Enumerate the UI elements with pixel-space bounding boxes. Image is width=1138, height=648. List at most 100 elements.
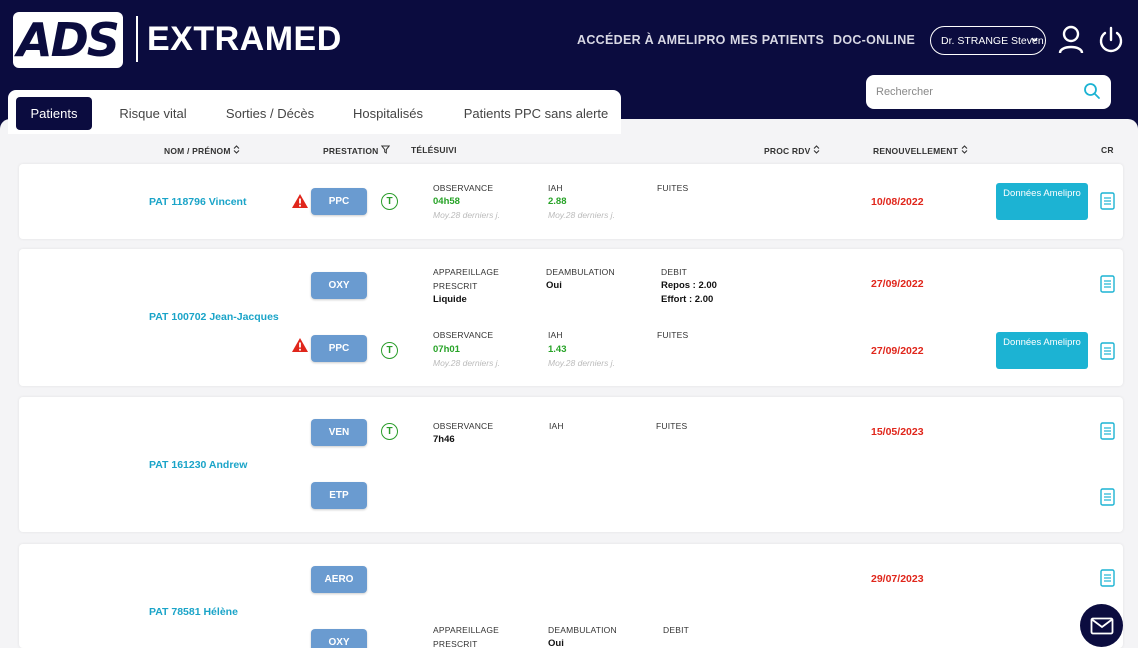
sort-icon bbox=[813, 145, 820, 154]
patient-card: PAT 161230 Andrew VEN T OBSERVANCE IAH F… bbox=[19, 397, 1123, 532]
patient-card: PAT 118796 Vincent PPC T OBSERVANCE IAH … bbox=[19, 164, 1123, 239]
deambulation-label: DEAMBULATION bbox=[548, 625, 617, 635]
observance-label: OBSERVANCE bbox=[433, 330, 494, 340]
column-header-proc-rdv[interactable]: PROC RDV bbox=[764, 145, 820, 156]
column-label: PRESTATION bbox=[323, 146, 379, 156]
iah-average-note: Moy.28 derniers j. bbox=[548, 210, 615, 220]
sort-icon bbox=[233, 145, 240, 154]
prescrit-label: PRESCRIT bbox=[433, 639, 478, 648]
column-header-telesuivi: TÉLÉSUIVI bbox=[411, 145, 457, 155]
observance-value: 7h46 bbox=[433, 434, 455, 445]
appareillage-label: APPAREILLAGE bbox=[433, 267, 500, 277]
deambulation-value: Oui bbox=[548, 638, 564, 648]
tab-bar: Patients Risque vital Sorties / Décès Ho… bbox=[8, 90, 621, 134]
prestation-badge[interactable]: PPC bbox=[311, 335, 367, 362]
logo-text: ADS bbox=[17, 13, 120, 67]
debit-label: DEBIT bbox=[663, 625, 690, 635]
donnees-amelipro-button[interactable]: Données Amelipro bbox=[996, 332, 1088, 369]
deambulation-value: Oui bbox=[546, 280, 562, 291]
observance-label: OBSERVANCE bbox=[433, 183, 494, 193]
telesuivi-icon: T bbox=[381, 193, 398, 210]
iah-label: IAH bbox=[548, 330, 563, 340]
patient-name[interactable]: PAT 100702 Jean-Jacques bbox=[149, 311, 279, 323]
iah-average-note: Moy.28 derniers j. bbox=[548, 358, 615, 368]
patient-name[interactable]: PAT 161230 Andrew bbox=[149, 459, 247, 471]
tab-sorties-deces[interactable]: Sorties / Décès bbox=[218, 97, 322, 130]
column-header-prestation[interactable]: PRESTATION bbox=[323, 145, 391, 156]
observance-label: OBSERVANCE bbox=[433, 421, 494, 431]
tab-patients-ppc-sans-alerte[interactable]: Patients PPC sans alerte bbox=[456, 97, 616, 130]
telesuivi-icon: T bbox=[381, 342, 398, 359]
search-input[interactable] bbox=[876, 83, 1076, 101]
document-icon[interactable] bbox=[1100, 422, 1115, 440]
document-icon[interactable] bbox=[1100, 342, 1115, 360]
prestation-badge[interactable]: OXY bbox=[311, 272, 367, 299]
debit-label: DEBIT bbox=[661, 267, 688, 277]
prescrit-label: PRESCRIT bbox=[433, 281, 478, 291]
document-icon[interactable] bbox=[1100, 192, 1115, 210]
tab-hospitalises[interactable]: Hospitalisés bbox=[342, 97, 434, 130]
iah-label: IAH bbox=[548, 183, 563, 193]
column-header-renouvellement[interactable]: RENOUVELLEMENT bbox=[873, 145, 968, 156]
search-icon[interactable] bbox=[1083, 82, 1101, 100]
fuites-label: FUITES bbox=[656, 421, 688, 431]
search-box bbox=[866, 75, 1111, 109]
donnees-amelipro-button[interactable]: Données Amelipro bbox=[996, 183, 1088, 220]
power-logout-icon[interactable] bbox=[1097, 25, 1125, 55]
tab-patients[interactable]: Patients bbox=[16, 97, 92, 130]
patient-name[interactable]: PAT 78581 Hélène bbox=[149, 606, 238, 618]
appareillage-value: Liquide bbox=[433, 294, 467, 305]
user-name: Dr. STRANGE Steven bbox=[941, 34, 1044, 47]
ads-logo[interactable]: ADS bbox=[13, 12, 123, 68]
nav-mes-patients-link[interactable]: MES PATIENTS bbox=[730, 33, 824, 47]
fuites-label: FUITES bbox=[657, 183, 689, 193]
patient-name[interactable]: PAT 118796 Vincent bbox=[149, 196, 246, 208]
column-header-nom[interactable]: NOM / PRÉNOM bbox=[164, 145, 240, 156]
patient-card: PAT 78581 Hélène AERO 29/07/2023 OXY APP… bbox=[19, 544, 1123, 648]
logo-divider bbox=[136, 16, 138, 62]
iah-label: IAH bbox=[549, 421, 564, 431]
prestation-badge[interactable]: PPC bbox=[311, 188, 367, 215]
observance-average-note: Moy.28 derniers j. bbox=[433, 358, 500, 368]
renouvellement-date: 15/05/2023 bbox=[871, 426, 924, 438]
tab-risque-vital[interactable]: Risque vital bbox=[108, 97, 198, 130]
document-icon[interactable] bbox=[1100, 275, 1115, 293]
user-dropdown[interactable]: Dr. STRANGE Steven bbox=[930, 26, 1046, 55]
column-header-cr: CR bbox=[1101, 145, 1114, 155]
column-label: PROC RDV bbox=[764, 146, 811, 156]
renouvellement-date: 27/09/2022 bbox=[871, 278, 924, 290]
warning-icon bbox=[292, 194, 308, 208]
renouvellement-date: 29/07/2023 bbox=[871, 573, 924, 585]
observance-average-note: Moy.28 derniers j. bbox=[433, 210, 500, 220]
telesuivi-icon: T bbox=[381, 423, 398, 440]
user-profile-icon[interactable] bbox=[1057, 25, 1085, 55]
iah-value: 1.43 bbox=[548, 344, 567, 355]
prestation-badge[interactable]: AERO bbox=[311, 566, 367, 593]
fuites-label: FUITES bbox=[657, 330, 689, 340]
column-label: NOM / PRÉNOM bbox=[164, 146, 231, 156]
filter-icon bbox=[380, 145, 391, 154]
messages-button[interactable] bbox=[1080, 604, 1123, 647]
prestation-badge[interactable]: OXY bbox=[311, 629, 367, 648]
chevron-down-icon bbox=[1031, 37, 1038, 42]
renouvellement-date: 10/08/2022 bbox=[871, 196, 924, 208]
nav-amelipro-link[interactable]: ACCÉDER À AMELIPRO bbox=[577, 33, 726, 47]
prestation-badge[interactable]: VEN bbox=[311, 419, 367, 446]
patient-card: PAT 100702 Jean-Jacques OXY APPAREILLAGE… bbox=[19, 249, 1123, 386]
debit-repos-value: Repos : 2.00 bbox=[661, 280, 717, 291]
deambulation-label: DEAMBULATION bbox=[546, 267, 615, 277]
observance-value: 04h58 bbox=[433, 196, 460, 207]
mail-icon bbox=[1090, 617, 1113, 634]
prestation-badge[interactable]: ETP bbox=[311, 482, 367, 509]
sort-icon bbox=[961, 145, 967, 154]
document-icon[interactable] bbox=[1100, 569, 1115, 587]
renouvellement-date: 27/09/2022 bbox=[871, 345, 924, 357]
brand-name: EXTRAMED bbox=[147, 20, 342, 58]
document-icon[interactable] bbox=[1100, 488, 1115, 506]
column-label: RENOUVELLEMENT bbox=[873, 146, 958, 156]
observance-value: 07h01 bbox=[433, 344, 460, 355]
nav-doc-online-link[interactable]: DOC-ONLINE bbox=[833, 33, 915, 47]
warning-icon bbox=[292, 338, 308, 352]
appareillage-label: APPAREILLAGE bbox=[433, 625, 500, 635]
debit-effort-value: Effort : 2.00 bbox=[661, 294, 714, 305]
